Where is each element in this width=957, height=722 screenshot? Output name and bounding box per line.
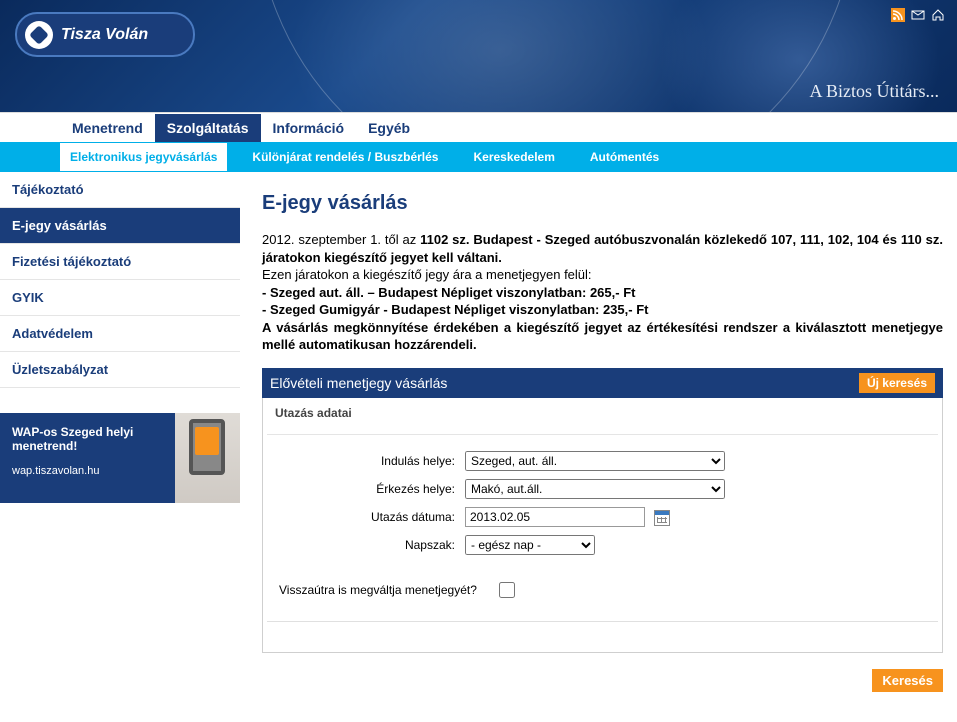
daypart-label: Napszak: — [275, 538, 465, 552]
sidebar-item-ejegy[interactable]: E-jegy vásárlás — [0, 208, 240, 244]
panel-divider — [267, 621, 938, 622]
daypart-select[interactable]: - egész nap - — [465, 535, 595, 555]
tab-kereskedelem[interactable]: Kereskedelem — [463, 143, 564, 171]
travel-date-input[interactable] — [465, 507, 645, 527]
departure-select[interactable]: Szeged, aut. áll. — [465, 451, 725, 471]
arrival-select[interactable]: Makó, aut.áll. — [465, 479, 725, 499]
phone-icon — [175, 413, 240, 503]
logo-badge[interactable]: Tisza Volán — [15, 12, 195, 57]
intro-bold2: - Szeged aut. áll. – Budapest Népliget v… — [262, 285, 635, 300]
nav-menetrend[interactable]: Menetrend — [60, 114, 155, 142]
search-button[interactable]: Keresés — [872, 669, 943, 692]
tab-automentes[interactable]: Autómentés — [580, 143, 669, 171]
date-label: Utazás dátuma: — [275, 510, 465, 524]
wap-promo-url: wap.tiszavolan.hu — [12, 465, 163, 477]
panel-subtitle: Utazás adatai — [267, 402, 938, 435]
intro-bold3: - Szeged Gumigyár - Budapest Népliget vi… — [262, 302, 648, 317]
mail-icon[interactable] — [911, 8, 925, 22]
new-search-button[interactable]: Új keresés — [859, 373, 935, 393]
section-title: Elővételi menetjegy vásárlás — [270, 375, 447, 391]
nav-szolgaltatas[interactable]: Szolgáltatás — [155, 114, 261, 142]
intro-prefix: 2012. szeptember 1. től az — [262, 232, 420, 247]
return-checkbox[interactable] — [499, 582, 515, 598]
sidebar-item-uzletszabalyzat[interactable]: Üzletszabályzat — [0, 352, 240, 388]
rss-icon[interactable] — [891, 8, 905, 22]
sidebar-item-fizetesi[interactable]: Fizetési tájékoztató — [0, 244, 240, 280]
sidebar-item-adatvedelem[interactable]: Adatvédelem — [0, 316, 240, 352]
brand-name: Tisza Volán — [61, 26, 148, 44]
home-icon[interactable] — [931, 8, 945, 22]
header-banner: Tisza Volán A Biztos Útitárs... — [0, 0, 957, 112]
calendar-icon[interactable] — [654, 510, 670, 526]
header-slogan: A Biztos Útitárs... — [810, 81, 940, 102]
sidebar-item-tajekoztato[interactable]: Tájékoztató — [0, 172, 240, 208]
tab-ejegy[interactable]: Elektronikus jegyvásárlás — [60, 143, 227, 171]
wap-promo-box[interactable]: WAP-os Szeged helyi menetrend! wap.tisza… — [0, 413, 240, 503]
arr-label: Érkezés helye: — [275, 482, 465, 496]
sub-nav: Elektronikus jegyvásárlás Különjárat ren… — [0, 142, 957, 172]
logo-mark-icon — [25, 21, 53, 49]
page-title: E-jegy vásárlás — [262, 192, 943, 215]
nav-informacio[interactable]: Információ — [261, 114, 357, 142]
sidebar-item-gyik[interactable]: GYIK — [0, 280, 240, 316]
section-bar: Elővételi menetjegy vásárlás Új keresés — [262, 368, 943, 398]
tab-kulonjarat[interactable]: Különjárat rendelés / Buszbérlés — [242, 143, 448, 171]
return-label: Visszaútra is megváltja menetjegyét? — [279, 583, 477, 597]
intro-text: 2012. szeptember 1. től az 1102 sz. Buda… — [262, 231, 943, 354]
nav-egyeb[interactable]: Egyéb — [356, 114, 422, 142]
sidebar: Tájékoztató E-jegy vásárlás Fizetési táj… — [0, 172, 240, 722]
main-nav: Menetrend Szolgáltatás Információ Egyéb — [0, 112, 957, 142]
wap-promo-title: WAP-os Szeged helyi menetrend! — [12, 425, 133, 453]
intro-bold4: A vásárlás megkönnyítése érdekében a kie… — [262, 320, 943, 353]
dep-label: Indulás helye: — [275, 454, 465, 468]
main-content: E-jegy vásárlás 2012. szeptember 1. től … — [240, 172, 957, 722]
top-utility-icons — [891, 8, 945, 22]
form-panel: Utazás adatai Indulás helye: Szeged, aut… — [262, 398, 943, 653]
intro-line2: Ezen járatokon a kiegészítő jegy ára a m… — [262, 267, 592, 282]
